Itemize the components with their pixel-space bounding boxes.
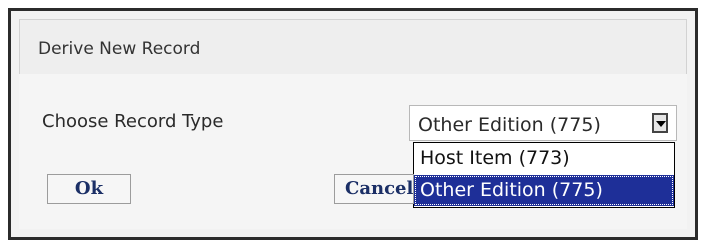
dialog-titlebar: Derive New Record xyxy=(19,19,687,75)
dialog-title: Derive New Record xyxy=(38,39,201,59)
selected-record-type: Other Edition (775) xyxy=(418,114,601,136)
dropdown-option-host-item[interactable]: Host Item (773) xyxy=(414,143,674,174)
cancel-button[interactable]: Cancel xyxy=(334,174,414,204)
record-type-dropdown-list: Host Item (773) Other Edition (775) xyxy=(413,142,675,208)
ok-button[interactable]: Ok xyxy=(47,174,131,204)
dropdown-option-other-edition[interactable]: Other Edition (775) xyxy=(414,175,674,206)
dropdown-arrow-icon[interactable] xyxy=(652,113,668,133)
record-type-label: Choose Record Type xyxy=(42,111,224,132)
record-type-select[interactable]: Other Edition (775) xyxy=(409,105,677,141)
